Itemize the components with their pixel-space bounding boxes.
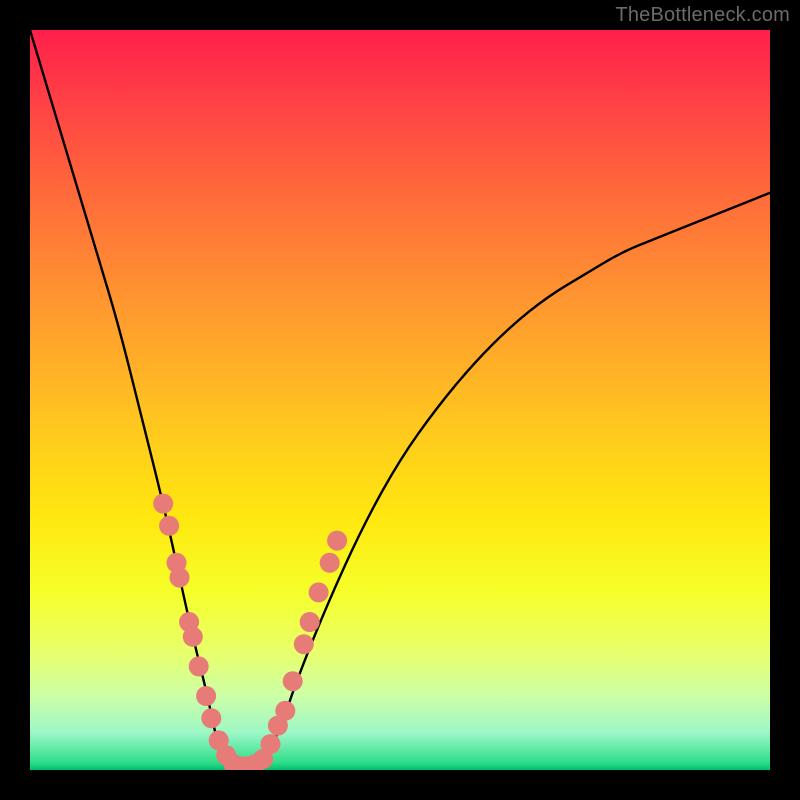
bottleneck-curve	[30, 30, 770, 770]
marker-dot	[153, 494, 173, 514]
marker-dot	[309, 582, 329, 602]
marker-dot	[170, 568, 190, 588]
marker-dot	[327, 531, 347, 551]
marker-dot	[320, 553, 340, 573]
chart-svg	[30, 30, 770, 770]
chart-frame: TheBottleneck.com	[0, 0, 800, 800]
marker-dot	[275, 701, 295, 721]
marker-dot	[283, 671, 303, 691]
watermark-text: TheBottleneck.com	[615, 4, 790, 27]
marker-dot	[159, 516, 179, 536]
marker-dot	[294, 634, 314, 654]
marker-dots	[153, 494, 347, 770]
marker-dot	[196, 686, 216, 706]
marker-dot	[300, 612, 320, 632]
marker-dot	[201, 708, 221, 728]
marker-dot	[183, 627, 203, 647]
marker-dot	[261, 734, 281, 754]
plot-area	[30, 30, 770, 770]
marker-dot	[189, 656, 209, 676]
